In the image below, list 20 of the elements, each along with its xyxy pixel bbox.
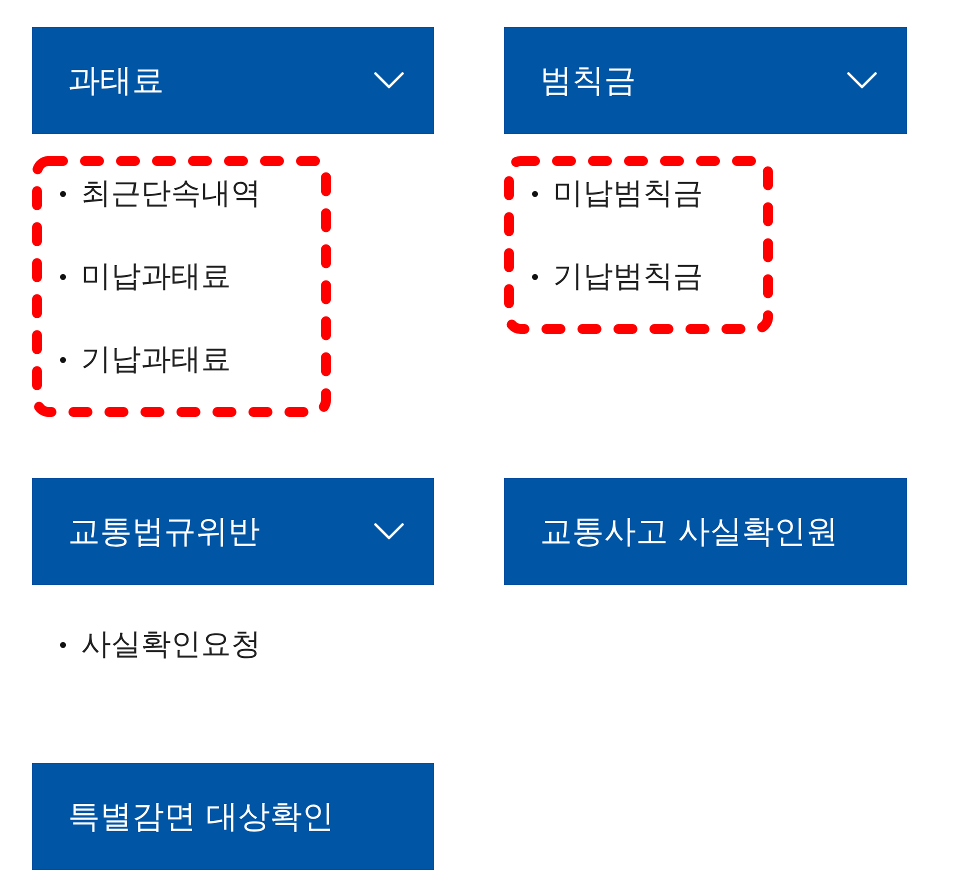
submenu-link[interactable]: 기납범칙금 [553, 256, 703, 297]
bullet-icon [532, 274, 538, 280]
category-link[interactable]: 교통사고 사실확인원 [504, 478, 907, 585]
bullet-icon [60, 274, 66, 280]
category-button[interactable]: 교통법규위반 [32, 478, 434, 585]
chevron-down-icon [847, 72, 877, 89]
bullet-icon [532, 190, 538, 196]
submenu-link[interactable]: 기납과태료 [81, 339, 231, 380]
submenu-link[interactable]: 최근단속내역 [81, 173, 261, 214]
submenu-link[interactable]: 미납과태료 [81, 256, 231, 297]
bullet-icon [60, 642, 66, 648]
bullet-icon [60, 190, 66, 196]
submenu-link[interactable]: 사실확인요청 [81, 624, 261, 665]
category-button[interactable]: 과태료 [32, 27, 434, 134]
category-button[interactable]: 범칙금 [504, 27, 907, 134]
chevron-down-icon [374, 72, 404, 89]
bullet-icon [60, 356, 66, 362]
chevron-down-icon [374, 523, 404, 540]
category-link[interactable]: 특별감면 대상확인 [32, 763, 434, 870]
submenu-link[interactable]: 미납범칙금 [553, 173, 703, 214]
